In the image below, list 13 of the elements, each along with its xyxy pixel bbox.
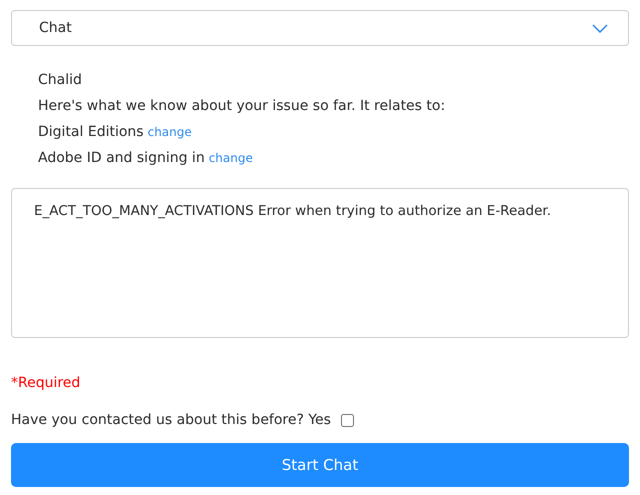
start-chat-button[interactable]: Start Chat <box>11 443 629 487</box>
description-field[interactable]: E_ACT_TOO_MANY_ACTIVATIONS Error when trying to authorize an E-Reader. <box>11 188 629 338</box>
change-link[interactable]: change <box>208 148 253 168</box>
chat-dropdown[interactable]: Chat <box>11 10 629 46</box>
topic-label: Adobe ID and signing in <box>38 149 205 168</box>
change-link[interactable]: change <box>148 122 192 142</box>
yes-checkbox[interactable] <box>340 414 354 427</box>
user-name: Chalid <box>38 71 83 90</box>
required-note: *Required <box>11 374 82 393</box>
topic-label: Digital Editions <box>38 123 144 142</box>
contacted-before-label: Have you contacted us about this before? Yes <box>11 411 331 430</box>
chevron-down-icon <box>592 24 608 32</box>
summary-text: Here's what we know about your issue so far. It relates to: <box>38 97 446 116</box>
